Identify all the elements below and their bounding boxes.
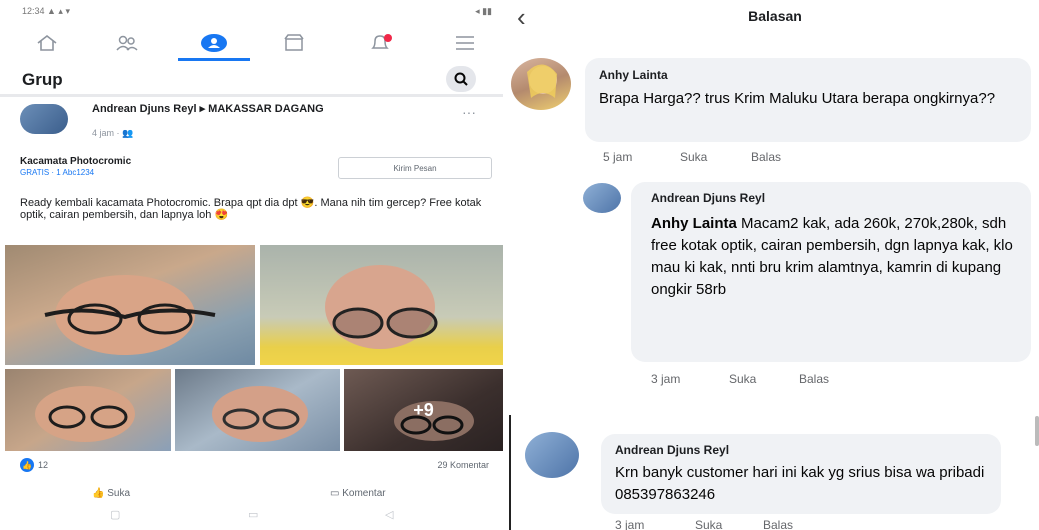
comment-text: Brapa Harga?? trus Krim Maluku Utara ber…	[599, 90, 996, 107]
status-bar: 12:34 ▲ ▴ ▾ ◂ ▮▮	[22, 6, 492, 20]
like-link[interactable]: Suka	[695, 518, 722, 530]
marketplace-icon[interactable]	[277, 30, 311, 56]
status-right: ◂ ▮▮	[475, 6, 492, 16]
comment-time: 3 jam	[615, 518, 645, 530]
search-icon	[454, 72, 468, 86]
item-title: Kacamata Photocromic	[20, 156, 132, 167]
like-link[interactable]: Suka	[729, 372, 756, 386]
friends-icon[interactable]	[110, 30, 144, 56]
avatar[interactable]	[525, 432, 579, 478]
comment-author[interactable]: Anhy Lainta	[599, 68, 668, 82]
avatar[interactable]	[583, 183, 621, 213]
comment-label: Komentar	[342, 488, 386, 499]
comment-button[interactable]: ▭ Komentar	[330, 488, 386, 499]
nav-square-icon[interactable]: ▢	[110, 508, 120, 521]
post-author-avatar[interactable]	[20, 104, 68, 134]
status-left: 12:34 ▲ ▴ ▾	[22, 6, 70, 16]
comment-meta: 3 jam Suka Balas	[615, 518, 915, 530]
reply-link[interactable]: Balas	[763, 518, 793, 530]
like-icon: 👍	[20, 458, 34, 472]
post-author[interactable]: Andrean Djuns Reyl ▸ MAKASSAR DAGANG	[92, 103, 432, 115]
home-icon[interactable]	[30, 30, 64, 56]
post-photo[interactable]	[175, 369, 340, 451]
more-photos-count: +9	[413, 399, 434, 420]
avatar[interactable]	[511, 58, 571, 110]
scrollbar[interactable]	[1035, 416, 1039, 446]
divider	[0, 94, 503, 97]
post-photo[interactable]	[5, 369, 171, 451]
reply-link[interactable]: Balas	[751, 150, 781, 164]
comment-time: 3 jam	[651, 372, 681, 386]
comment-icon: ▭	[330, 488, 343, 499]
search-button[interactable]	[446, 66, 476, 92]
notifications-icon[interactable]	[364, 30, 398, 56]
comment-text: Krn banyk customer hari ini kak yg srius…	[615, 464, 985, 503]
comment-author[interactable]: Andrean Djuns Reyl	[615, 443, 729, 457]
nav-home-icon[interactable]: ▭	[248, 508, 258, 521]
item-price: GRATIS · 1 Abc1234	[20, 168, 95, 177]
post-photo[interactable]	[260, 245, 503, 365]
top-nav	[0, 22, 503, 64]
page-title: Balasan	[748, 8, 802, 24]
comment-text: Anhy Lainta Macam2 kak, ada 260k, 270k,2…	[651, 213, 1021, 301]
post-text: Ready kembali kacamata Photocromic. Brap…	[20, 197, 482, 221]
post-photo-more[interactable]: +9	[344, 369, 503, 451]
nav-back-icon[interactable]: ◁	[385, 508, 393, 521]
groups-icon[interactable]	[197, 30, 231, 56]
mention-link[interactable]: Anhy Lainta	[651, 215, 737, 232]
thumbs-up-icon: 👍	[92, 488, 108, 499]
group-feed-panel: 12:34 ▲ ▴ ▾ ◂ ▮▮ Grup Andrean Djuns Reyl…	[0, 0, 503, 530]
post-photo[interactable]	[5, 245, 255, 365]
menu-icon[interactable]	[448, 30, 482, 56]
more-options-icon[interactable]: ···	[462, 104, 476, 120]
comment-meta: 5 jam Suka Balas	[603, 150, 903, 166]
reaction-count: 12	[38, 460, 49, 470]
send-message-button[interactable]: Kirim Pesan	[338, 157, 492, 179]
replies-panel: ‹ Balasan Anhy Lainta Brapa Harga?? trus…	[511, 0, 1039, 530]
like-link[interactable]: Suka	[680, 150, 707, 164]
active-tab-indicator	[178, 58, 250, 61]
comment-time: 5 jam	[603, 150, 633, 164]
reply-link[interactable]: Balas	[799, 372, 829, 386]
comment-author[interactable]: Andrean Djuns Reyl	[651, 191, 765, 205]
like-button[interactable]: 👍 Suka	[92, 488, 130, 499]
comment-count[interactable]: 29 Komentar	[437, 460, 489, 470]
comment-meta: 3 jam Suka Balas	[651, 372, 951, 388]
section-title: Grup	[22, 70, 63, 89]
like-label: Suka	[107, 488, 131, 499]
post-time: 4 jam · 👥	[92, 128, 134, 138]
reaction-summary[interactable]: 👍 12	[20, 458, 48, 472]
